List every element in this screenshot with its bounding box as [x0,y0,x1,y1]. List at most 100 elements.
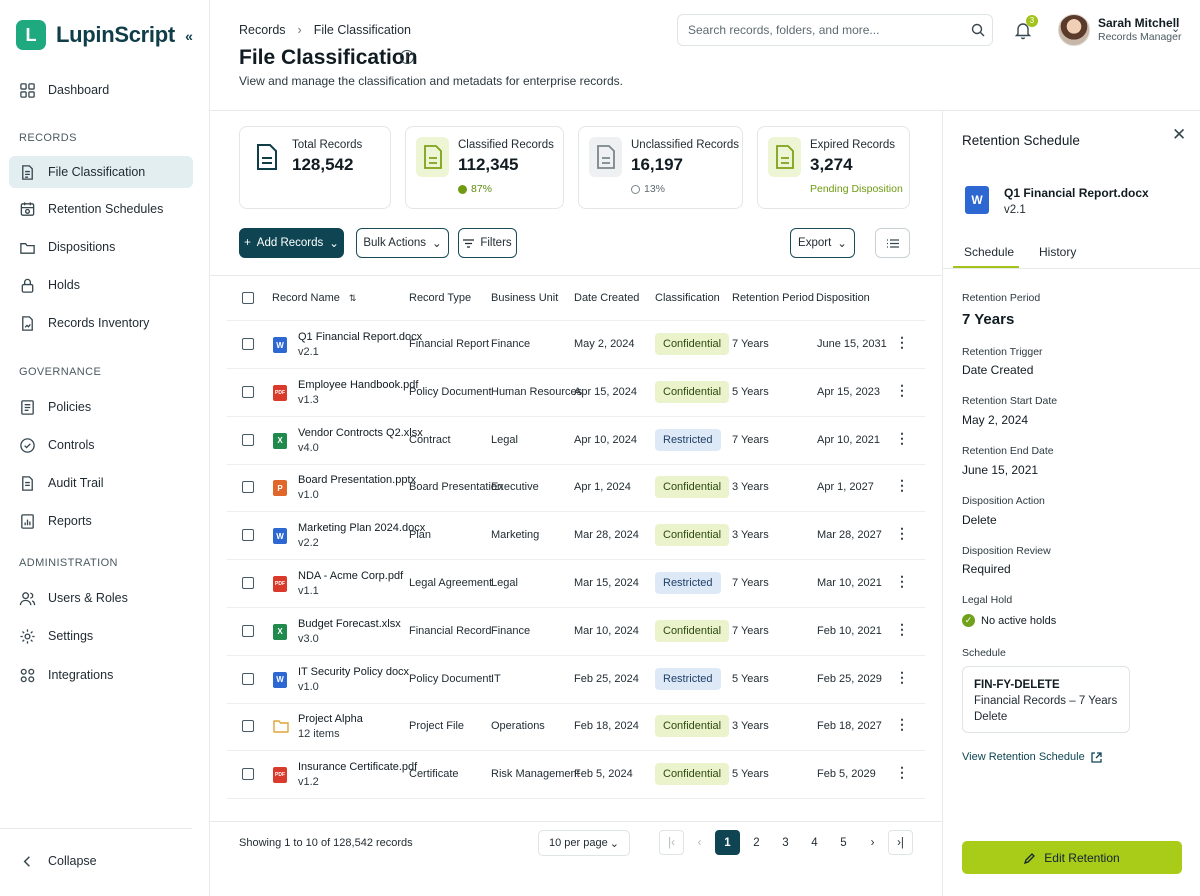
table-row[interactable]: PDF Employee Handbook.pdf v1.3 Policy Docum… [227,369,925,417]
sidebar-item-label: File Classification [48,165,146,179]
sidebar-item-dashboard[interactable]: Dashboard [9,74,193,106]
add-records-button[interactable]: + Add Records ⌄ [239,228,344,258]
close-icon[interactable]: ✕ [1172,125,1186,145]
row-checkbox[interactable] [242,338,254,350]
chevron-down-icon[interactable]: ⌄ [1171,22,1180,35]
stat-label: Classified Records [458,139,554,151]
record-name[interactable]: Board Presentation.pptx [298,474,416,486]
record-name[interactable]: Project Alpha [298,713,363,725]
page-button-5[interactable]: 5 [831,830,856,855]
page-button-2[interactable]: 2 [744,830,769,855]
field-label: Disposition Review [962,545,1051,557]
table-row[interactable]: W IT Security Policy docx v1.0 Policy Docum… [227,656,925,704]
tab-history[interactable]: History [1039,245,1076,259]
more-options-icon[interactable]: ⋮ [895,669,909,686]
collapse-sidebar-icon[interactable]: « [179,26,199,46]
sidebar-item-users-roles[interactable]: Users & Roles [9,582,193,614]
record-name[interactable]: Budget Forecast.xlsx [298,618,401,630]
row-checkbox[interactable] [242,720,254,733]
retention-schedules-icon [20,201,35,216]
table-row[interactable]: W Q1 Financial Report.docx v2.1 Financial R… [227,321,925,369]
column-header-record-name[interactable]: Record Name ⇅ [272,292,356,304]
row-checkbox[interactable] [242,433,254,446]
tab-schedule[interactable]: Schedule [964,245,1014,259]
sidebar-item-dispositions[interactable]: Dispositions [9,231,193,263]
sidebar-item-retention-schedules[interactable]: Retention Schedules [9,193,193,225]
edit-retention-button[interactable]: Edit Retention [962,841,1182,874]
more-options-icon[interactable]: ⋮ [895,621,909,638]
row-checkbox[interactable] [242,672,254,685]
export-button[interactable]: Export ⌄ [790,228,855,258]
sidebar-item-holds[interactable]: Holds [9,269,193,301]
table-row[interactable]: X Budget Forecast.xlsx v3.0 Financial Recor… [227,608,925,656]
record-version: v1.0 [298,680,319,693]
more-options-icon[interactable]: ⋮ [895,382,909,399]
first-page-button[interactable]: |‹ [659,830,684,855]
sidebar-item-policies[interactable]: Policies [9,391,193,423]
select-all-checkbox[interactable] [242,292,254,304]
table-row[interactable]: P Board Presentation.pptx v1.0 Board Presen… [227,464,925,513]
row-checkbox[interactable] [242,481,254,494]
more-options-icon[interactable]: ⋮ [895,525,909,542]
view-retention-schedule-link[interactable]: View Retention Schedule [962,751,1102,763]
sidebar-item-audit-trail[interactable]: Audit Trail [9,467,193,499]
breadcrumb-records[interactable]: Records [239,23,286,37]
app-logo[interactable]: L LupinScript [16,20,175,50]
sidebar-item-file-classification[interactable]: File Classification [9,156,193,188]
page-button-3[interactable]: 3 [773,830,798,855]
view-toggle-button[interactable] [875,228,910,258]
filters-button[interactable]: Filters [458,228,517,258]
sort-icon[interactable]: ⇅ [349,293,357,303]
more-options-icon[interactable]: ⋮ [895,716,909,733]
last-page-button[interactable]: ›| [888,830,913,855]
sidebar-item-reports[interactable]: Reports [9,505,193,537]
table-row[interactable]: PDF Insurance Certificate.pdf v1.2 Certific… [227,751,925,800]
column-header-business-unit[interactable]: Business Unit [491,292,558,304]
table-row[interactable]: X Vendor Controcts Q2.xlsx v4.0 Contract Leg… [227,417,925,465]
more-options-icon[interactable]: ⋮ [895,477,909,494]
row-checkbox[interactable] [242,529,254,542]
column-header-date-created[interactable]: Date Created [574,292,639,304]
search-input[interactable] [688,23,948,37]
sidebar-item-integrations[interactable]: Integrations [9,659,193,691]
column-header-classification[interactable]: Classification [655,292,720,304]
row-checkbox[interactable] [242,577,254,589]
collapse-button[interactable]: Collapse [9,845,193,877]
sidebar-item-records-inventory[interactable]: Records Inventory [9,307,193,339]
table-row[interactable]: W Marketing Plan 2024.docx v2.2 Plan Marketi… [227,512,925,561]
more-options-icon[interactable]: ⋮ [895,573,909,590]
search-bar[interactable] [677,14,993,46]
row-checkbox[interactable] [242,624,254,637]
column-header-disposition[interactable]: Disposition [816,292,870,304]
record-name[interactable]: Q1 Financial Report.docx [298,331,422,343]
page-button-1[interactable]: 1 [715,830,740,855]
user-name[interactable]: Sarah Mitchell [1098,16,1179,30]
sidebar-item-controls[interactable]: Controls [9,429,193,461]
record-name[interactable]: NDA - Acme Corp.pdf [298,570,403,582]
more-options-icon[interactable]: ⋮ [895,430,909,447]
column-header-record-type[interactable]: Record Type [409,292,471,304]
prev-page-button[interactable]: ‹ [687,830,712,855]
record-name[interactable]: Employee Handbook.pdf [298,379,418,391]
record-name[interactable]: Vendor Controcts Q2.xlsx [298,427,423,439]
record-name[interactable]: Marketing Plan 2024.docx [298,522,425,534]
sidebar-item-settings[interactable]: Settings [9,620,193,652]
table-row[interactable]: PDF NDA - Acme Corp.pdf v1.1 Legal Agreemen… [227,560,925,608]
bulk-actions-button[interactable]: Bulk Actions ⌄ [356,228,449,258]
per-page-select[interactable]: 10 per page ⌄ [538,830,630,856]
next-page-button[interactable]: › [860,830,885,855]
search-icon[interactable] [964,23,992,37]
column-header-retention-period[interactable]: Retention Period [732,292,814,304]
more-options-icon[interactable]: ⋮ [895,764,909,781]
more-options-icon[interactable]: ⋮ [895,334,909,351]
record-name[interactable]: Insurance Certificate.pdf [298,761,417,773]
date-created: May 2, 2024 [574,338,635,350]
avatar[interactable] [1058,14,1090,46]
sidebar-divider [0,828,192,829]
row-checkbox[interactable] [242,385,254,398]
page-button-4[interactable]: 4 [802,830,827,855]
record-name[interactable]: IT Security Policy docx [298,666,409,678]
row-checkbox[interactable] [242,768,254,781]
info-icon[interactable]: i [400,50,414,64]
table-row[interactable]: Project Alpha 12 items Project File Operati… [227,703,925,752]
